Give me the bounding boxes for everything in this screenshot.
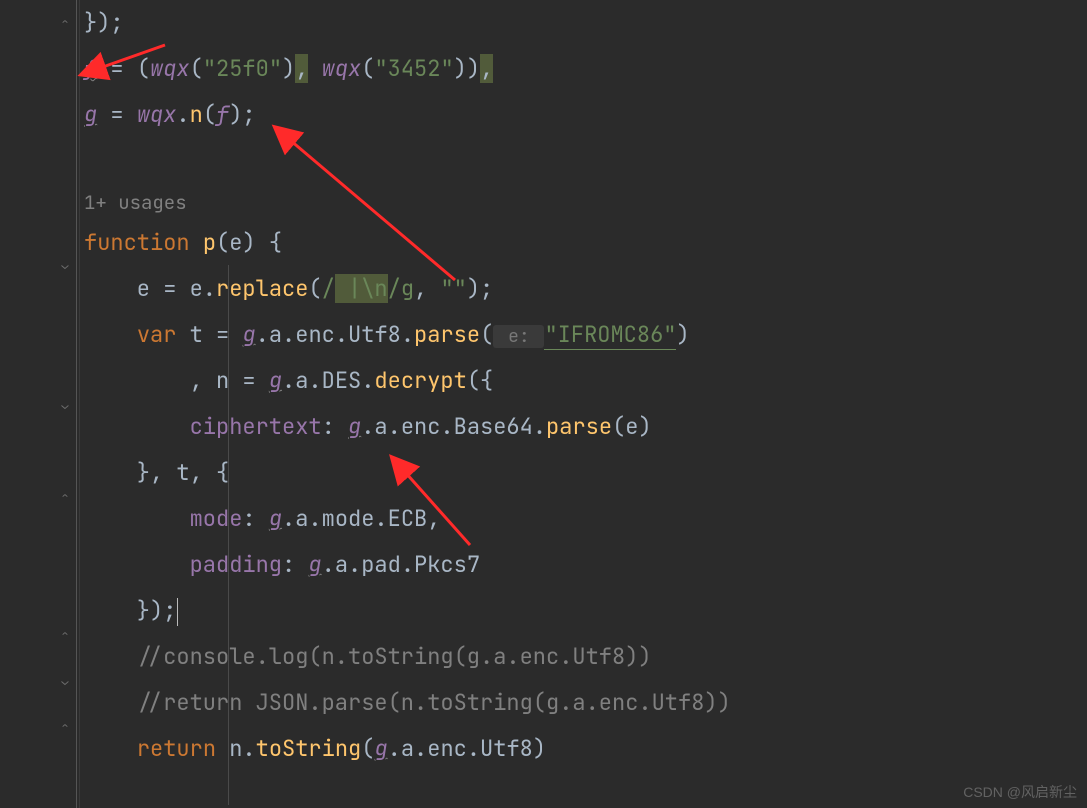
- indent-guide: [228, 265, 229, 805]
- method-parse: parse: [414, 320, 480, 349]
- regex-body-highlight: |\n: [335, 274, 388, 303]
- comma-highlight: ,: [295, 54, 308, 83]
- comma-highlight: ,: [480, 54, 493, 83]
- usage-hint[interactable]: 1+ usages: [84, 184, 1087, 220]
- code-line: //return JSON.parse(n.toString(g.a.enc.U…: [84, 680, 1087, 726]
- code-editor[interactable]: ⌃ ⌄ ⌄ ⌃ ⌃ ⌄ ⌃ }); f = (wqx("25f0"), wqx(…: [0, 0, 1087, 808]
- method-n: n: [190, 100, 203, 129]
- code-line: padding: g.a.pad.Pkcs7: [84, 542, 1087, 588]
- brace-close: });: [84, 8, 124, 37]
- var-g-ref: g: [242, 320, 255, 349]
- method-tostring: toString: [256, 734, 362, 763]
- wqx-call: wqx: [150, 54, 190, 83]
- param-hint: e:: [493, 325, 544, 348]
- method-replace: replace: [216, 274, 308, 303]
- var-f-ref: f: [216, 100, 229, 129]
- keyword-var: var: [137, 320, 190, 349]
- code-line: , n = g.a.DES.decrypt({: [84, 358, 1087, 404]
- code-line-blank: [84, 138, 1087, 184]
- code-line: ciphertext: g.a.enc.Base64.parse(e): [84, 404, 1087, 450]
- code-content[interactable]: }); f = (wqx("25f0"), wqx("3452")), g = …: [80, 0, 1087, 808]
- code-line: });: [84, 0, 1087, 46]
- string-literal: "IFROMC86": [544, 320, 676, 350]
- code-line: var t = g.a.enc.Utf8.parse( e: "IFROMC86…: [84, 312, 1087, 358]
- fold-start-icon[interactable]: ⌄: [58, 674, 72, 688]
- fold-end-icon[interactable]: ⌃: [58, 490, 72, 504]
- code-line: e = e.replace(/ |\n/g, "");: [84, 266, 1087, 312]
- var-g-ref: g: [269, 504, 282, 533]
- field-mode: mode: [190, 504, 243, 533]
- fold-start-icon[interactable]: ⌄: [58, 258, 72, 272]
- var-g-ref: g: [269, 366, 282, 395]
- code-line: function p(e) {: [84, 220, 1087, 266]
- watermark: CSDN @风启新尘: [963, 782, 1077, 802]
- var-g-ref: g: [374, 734, 387, 763]
- var-g-ref: g: [348, 412, 361, 441]
- fold-end-icon[interactable]: ⌃: [58, 628, 72, 642]
- function-name: p: [203, 228, 216, 257]
- fold-start-icon[interactable]: ⌄: [58, 398, 72, 412]
- code-line: }, t, {: [84, 450, 1087, 496]
- method-parse: parse: [546, 412, 612, 441]
- keyword-return: return: [137, 734, 229, 763]
- method-decrypt: decrypt: [374, 366, 466, 395]
- code-line: f = (wqx("25f0"), wqx("3452")),: [84, 46, 1087, 92]
- fold-end-icon[interactable]: ⌃: [58, 16, 72, 30]
- var-f: f: [84, 54, 97, 83]
- fold-end-icon[interactable]: ⌃: [58, 720, 72, 734]
- field-ciphertext: ciphertext: [190, 412, 322, 441]
- code-line: g = wqx.n(f);: [84, 92, 1087, 138]
- text-caret: [177, 598, 178, 626]
- code-line: //console.log(n.toString(g.a.enc.Utf8)): [84, 634, 1087, 680]
- var-g: g: [84, 100, 97, 129]
- comment: //return JSON.parse(n.toString(g.a.enc.U…: [84, 688, 731, 717]
- wqx-call: wqx: [322, 54, 362, 83]
- code-line: return n.toString(g.a.enc.Utf8): [84, 726, 1087, 772]
- code-line: });: [84, 588, 1087, 634]
- gutter: ⌃ ⌄ ⌄ ⌃ ⌃ ⌄ ⌃: [0, 0, 80, 808]
- comment: //console.log(n.toString(g.a.enc.Utf8)): [84, 642, 652, 671]
- field-padding: padding: [190, 550, 282, 579]
- wqx-ref: wqx: [137, 100, 177, 129]
- string-literal: "3452": [374, 54, 453, 83]
- keyword-function: function: [84, 228, 203, 257]
- code-line: mode: g.a.mode.ECB,: [84, 496, 1087, 542]
- string-literal: "25f0": [203, 54, 282, 83]
- var-g-ref: g: [308, 550, 321, 579]
